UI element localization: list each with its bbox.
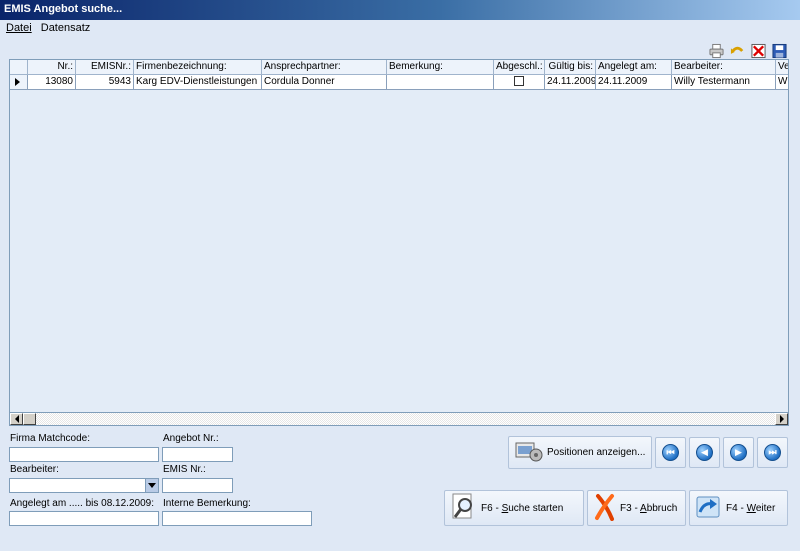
scroll-left-button[interactable] [10,413,23,425]
cell-angelegt-am[interactable]: 24.11.2009 [596,75,672,90]
table-row[interactable]: 13080 5943 Karg EDV-Dienstleistungen Cor… [10,75,788,90]
save-icon [772,43,787,58]
row-indicator [10,75,28,90]
interne-bemerkung-label: Interne Bemerkung: [163,498,251,509]
header-angelegt-am[interactable]: Angelegt am: [596,60,672,75]
cell-nr[interactable]: 13080 [28,75,76,90]
menu-datei[interactable]: Datei [6,22,32,34]
undo-button[interactable] [729,42,746,59]
firma-matchcode-label: Firma Matchcode: [10,433,91,444]
header-gueltig-bis[interactable]: Gültig bis: [545,60,596,75]
weiter-label: F4 - Weiter [726,502,776,514]
angebot-nr-label: Angebot Nr.: [163,433,219,444]
suche-starten-button[interactable]: F6 - Suche starten [444,490,584,526]
first-record-button[interactable]: ⏮ [655,437,686,468]
positionen-anzeigen-label: Positionen anzeigen... [547,447,646,458]
printer-icon [709,43,724,58]
chevron-down-icon [148,482,156,488]
interne-bemerkung-input[interactable] [162,511,312,526]
menubar: Datei Datensatz [0,22,800,38]
print-button[interactable] [708,42,725,59]
last-record-button[interactable]: ⏭ [757,437,788,468]
angelegt-range-label: Angelegt am ..... bis 08.12.2009: [10,498,154,509]
cell-ansprechpartner[interactable]: Cordula Donner [262,75,387,90]
emis-nr-input[interactable] [162,478,233,493]
bearbeiter-dropdown-button[interactable] [145,478,159,493]
arrow-left-icon [14,415,19,423]
bearbeiter-label: Bearbeiter: [10,464,59,475]
prev-record-icon: ◀ [696,444,713,461]
delete-icon [751,43,766,58]
row-pointer-icon [15,78,20,86]
cell-bemerkung[interactable] [387,75,494,90]
header-bemerkung[interactable]: Bemerkung: [387,60,494,75]
suche-starten-label: F6 - Suche starten [481,502,564,514]
header-firmenbezeichnung[interactable]: Firmenbezeichnung: [134,60,262,75]
menu-datei-label: Datei [6,22,32,34]
header-ansprechpartner[interactable]: Ansprechpartner: [262,60,387,75]
menu-datensatz[interactable]: Datensatz [41,22,91,34]
abbruch-button[interactable]: F3 - Abbruch [587,490,686,526]
abgeschlossen-checkbox[interactable] [514,76,524,87]
horizontal-scrollbar[interactable] [9,412,789,426]
scroll-thumb[interactable] [23,413,36,425]
header-abgeschlossen[interactable]: Abgeschl.: [494,60,545,75]
bearbeiter-combo-input[interactable] [9,478,146,493]
first-record-icon: ⏮ [662,444,679,461]
magnifier-icon [451,493,477,524]
header-emisnr[interactable]: EMISNr.: [76,60,134,75]
cell-ve[interactable]: Wi [776,75,788,90]
weiter-button[interactable]: F4 - Weiter [689,490,788,526]
positions-icon [515,439,543,466]
abbruch-label: F3 - Abbruch [620,502,678,514]
angebot-nr-input[interactable] [162,447,233,462]
firma-matchcode-input[interactable] [9,447,159,462]
results-grid[interactable]: Nr.: EMISNr.: Firmenbezeichnung: Ansprec… [9,59,789,426]
grid-header: Nr.: EMISNr.: Firmenbezeichnung: Ansprec… [10,60,788,75]
save-button[interactable] [771,42,788,59]
undo-icon [730,46,744,54]
prev-record-button[interactable]: ◀ [689,437,720,468]
header-nr[interactable]: Nr.: [28,60,76,75]
scroll-right-button[interactable] [775,413,788,425]
header-ve[interactable]: Ve [776,60,788,75]
cell-gueltig-bis[interactable]: 24.11.2009 [545,75,596,90]
arrow-right-icon [779,415,784,423]
positionen-anzeigen-button[interactable]: Positionen anzeigen... [508,436,652,469]
angelegt-from-input[interactable] [9,511,159,526]
cell-bearbeiter[interactable]: Willy Testermann [672,75,776,90]
cell-firmenbezeichnung[interactable]: Karg EDV-Dienstleistungen [134,75,262,90]
toolbar [708,42,788,60]
cell-emisnr[interactable]: 5943 [76,75,134,90]
cancel-x-icon [594,493,616,524]
header-bearbeiter[interactable]: Bearbeiter: [672,60,776,75]
header-row-indicator [10,60,28,75]
next-record-button[interactable]: ▶ [723,437,754,468]
emis-nr-label: EMIS Nr.: [163,464,206,475]
window-title: EMIS Angebot suche... [0,0,800,20]
next-record-icon: ▶ [730,444,747,461]
last-record-icon: ⏭ [764,444,781,461]
delete-button[interactable] [750,42,767,59]
cell-abgeschlossen[interactable] [494,75,545,90]
forward-arrow-icon [696,494,722,523]
